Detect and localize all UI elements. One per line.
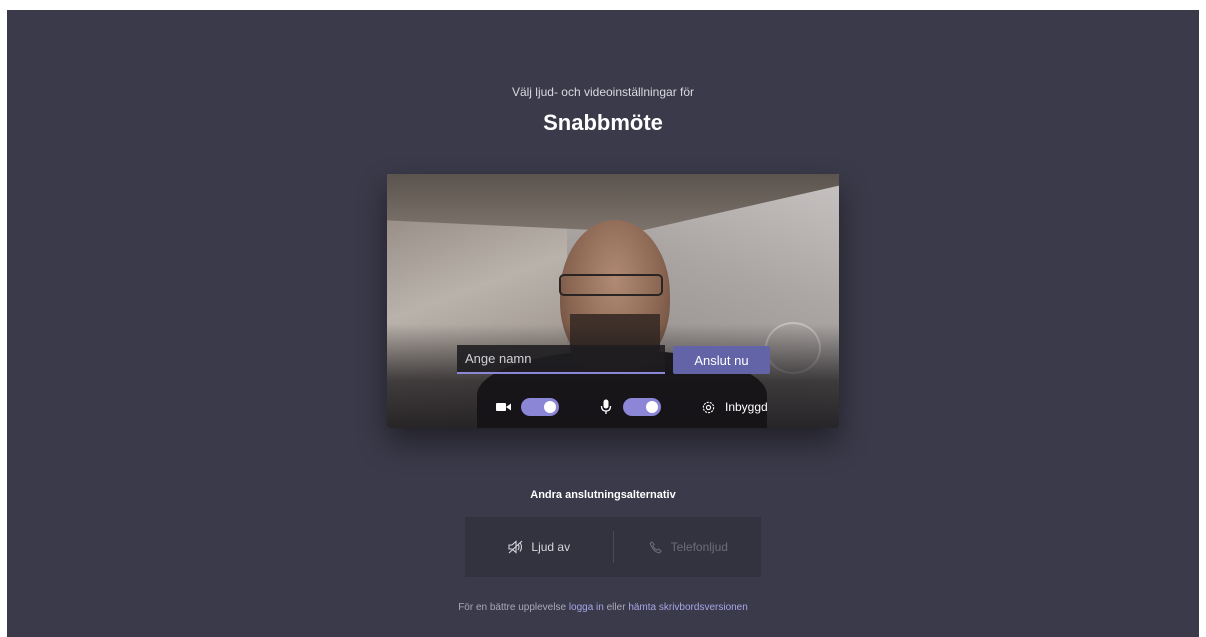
phone-audio-option[interactable]: Telefonljud bbox=[614, 517, 762, 577]
footer-middle: eller bbox=[606, 602, 626, 613]
video-camera-icon bbox=[495, 398, 513, 416]
phone-icon bbox=[647, 538, 665, 556]
phone-audio-label: Telefonljud bbox=[670, 540, 728, 554]
prejoin-subtitle: Välj ljud- och videoinställningar för bbox=[511, 85, 695, 99]
device-settings-label[interactable]: Inbyggd bbox=[725, 400, 768, 414]
name-input[interactable] bbox=[457, 345, 665, 374]
microphone-icon bbox=[597, 398, 615, 416]
microphone-toggle-knob bbox=[646, 401, 658, 413]
camera-toggle[interactable] bbox=[521, 398, 559, 416]
join-now-button[interactable]: Anslut nu bbox=[673, 346, 770, 374]
audio-off-label: Ljud av bbox=[531, 540, 571, 554]
other-join-options-panel: Ljud av Telefonljud bbox=[465, 517, 761, 577]
other-join-options-title: Andra anslutningsalternativ bbox=[530, 489, 676, 501]
meeting-title: Snabbmöte bbox=[543, 110, 663, 135]
footer-prefix: För en bättre upplevelse bbox=[458, 602, 567, 613]
login-link[interactable]: logga in bbox=[569, 602, 604, 613]
speaker-muted-icon bbox=[507, 538, 525, 556]
camera-preview: Anslut nu bbox=[387, 174, 839, 428]
download-desktop-link[interactable]: hämta skrivbordsversionen bbox=[628, 602, 748, 613]
device-controls: Inbyggd bbox=[495, 396, 768, 418]
footer-text: För en bättre upplevelse logga in eller … bbox=[7, 602, 1199, 613]
microphone-toggle[interactable] bbox=[623, 398, 661, 416]
meeting-prejoin-screen: Välj ljud- och videoinställningar för Sn… bbox=[7, 10, 1199, 637]
camera-toggle-knob bbox=[544, 401, 556, 413]
person-glasses bbox=[559, 274, 663, 296]
audio-off-option[interactable]: Ljud av bbox=[465, 517, 613, 577]
gear-icon[interactable] bbox=[699, 398, 717, 416]
